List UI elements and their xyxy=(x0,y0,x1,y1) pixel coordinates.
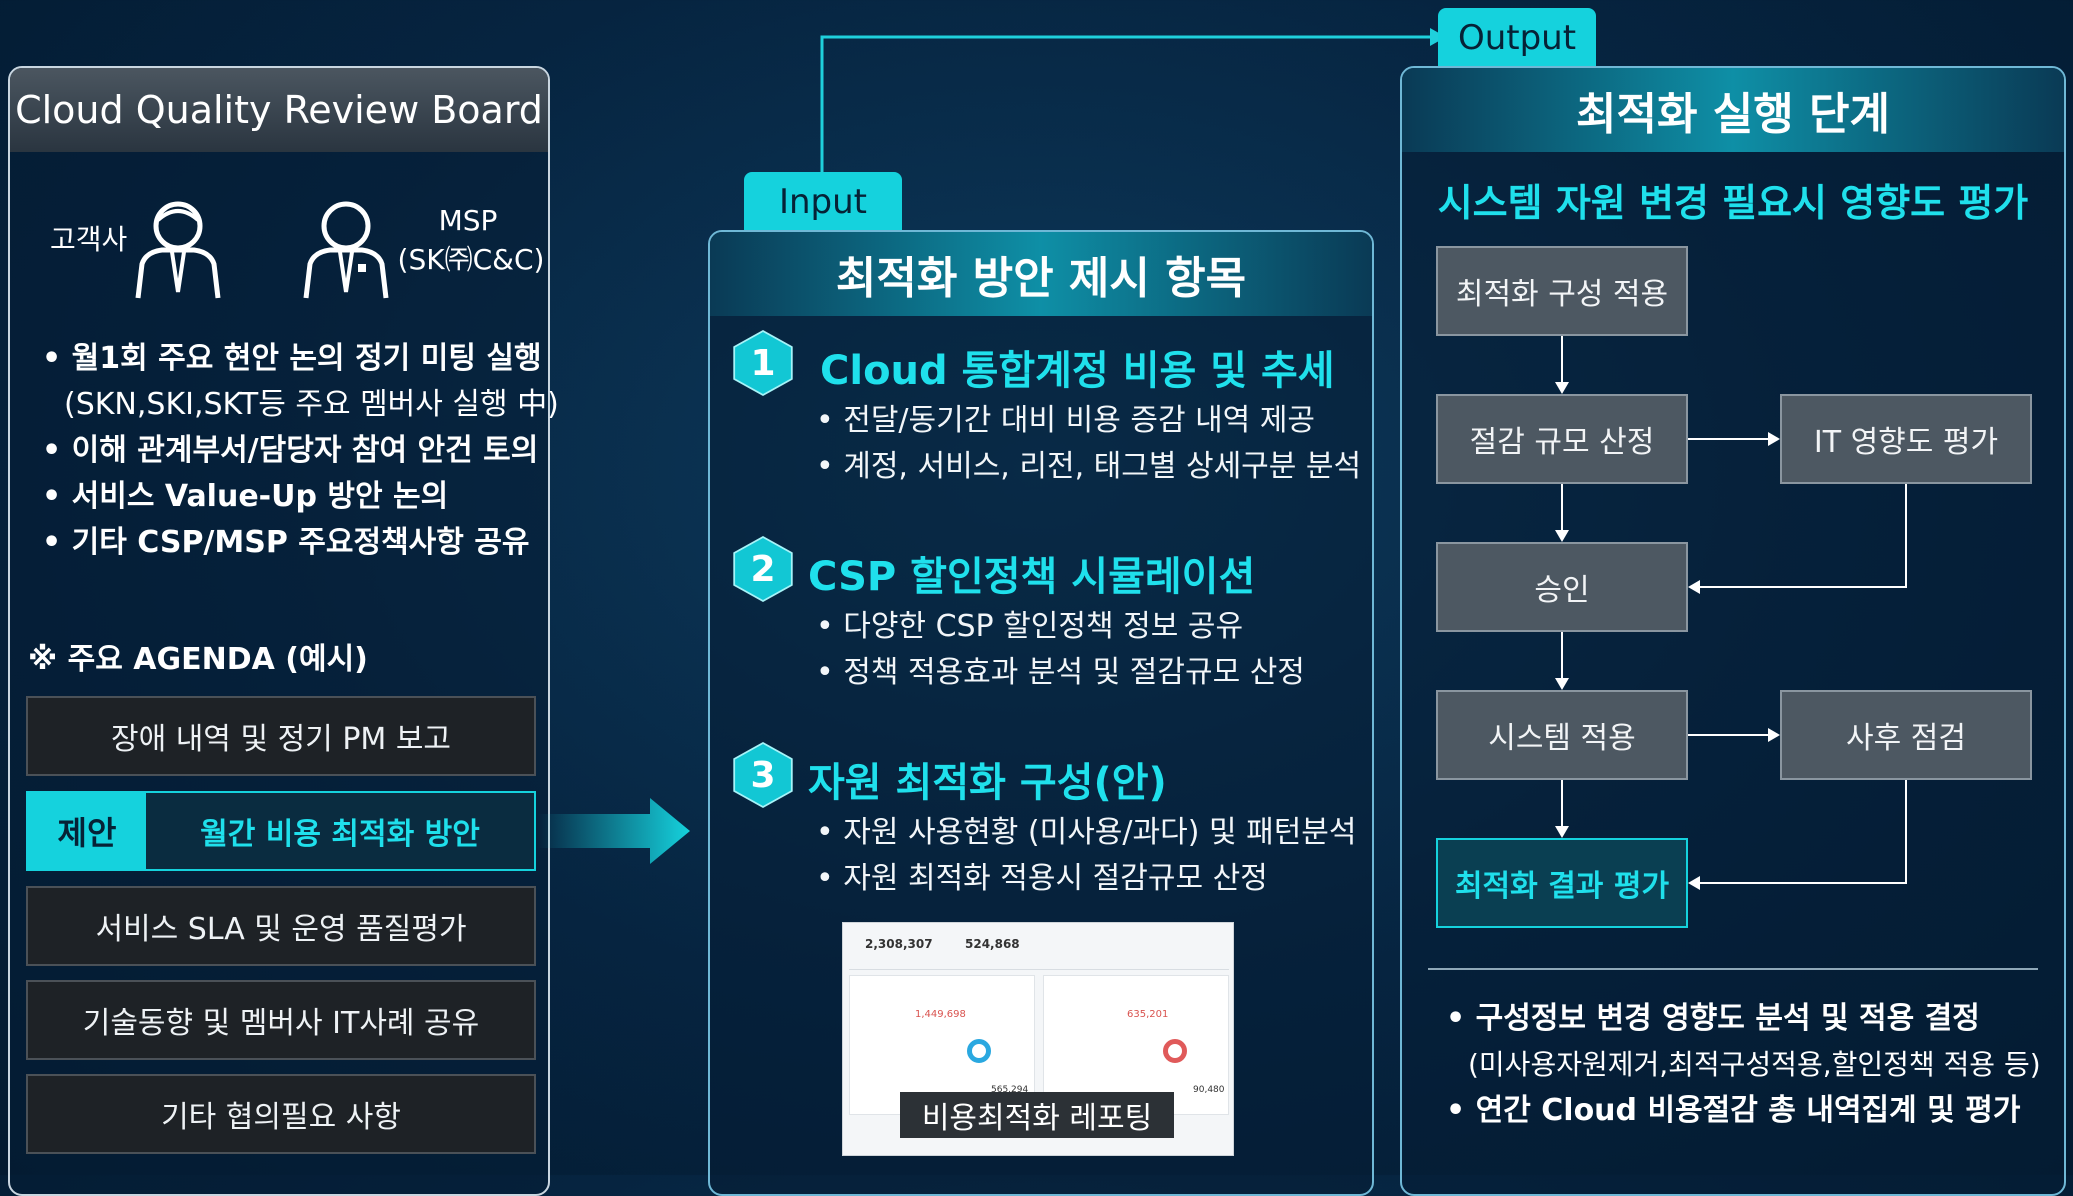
execution-bullets: • 구성정보 변경 영향도 분석 및 적용 결정 (미사용자원제거,최적구성적용… xyxy=(1446,996,2041,1134)
exec-bullet-1: • 구성정보 변경 영향도 분석 및 적용 결정 xyxy=(1446,1001,1980,1036)
exec-bullet-2: • 연간 Cloud 비용절감 총 내역집계 및 평가 xyxy=(1446,1093,2021,1128)
exec-bullet-1-sub: (미사용자원제거,최적구성적용,할인정책 적용 등) xyxy=(1468,1048,2041,1081)
right-divider xyxy=(1428,968,2038,970)
